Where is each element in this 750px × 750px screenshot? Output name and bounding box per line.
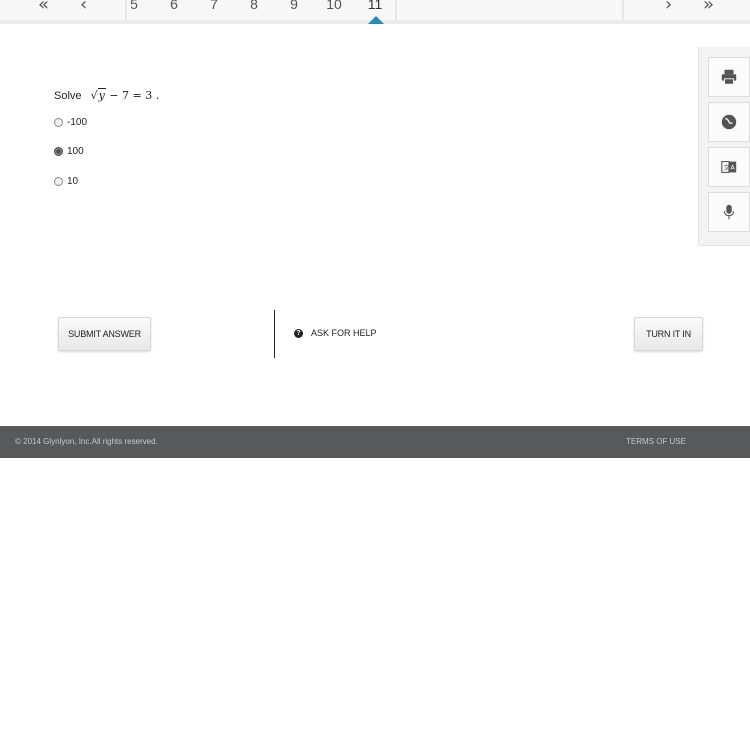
page-10[interactable]: 10 (314, 0, 354, 12)
radio-button-checked[interactable] (54, 147, 63, 156)
pager-right-group: › » (625, 0, 750, 20)
question-prompt-text: Solve (54, 90, 82, 102)
audio-button[interactable] (708, 192, 750, 232)
answer-option-label: 10 (67, 176, 79, 187)
chevron-left-icon[interactable]: ‹ (80, 0, 87, 15)
double-chevron-left-icon[interactable]: « (38, 0, 49, 15)
answer-option[interactable]: 10 (54, 176, 78, 187)
question-pager: « ‹ 5 6 7 8 9 10 11 › » (0, 0, 750, 24)
page-7[interactable]: 7 (194, 0, 234, 12)
radio-button[interactable] (54, 177, 63, 186)
svg-text:A: A (730, 165, 735, 172)
page-6[interactable]: 6 (154, 0, 194, 12)
active-page-indicator (368, 16, 384, 24)
page-9[interactable]: 9 (274, 0, 314, 12)
tools-panel: 文A (698, 47, 750, 246)
turn-it-in-button[interactable]: TURN IT IN (634, 317, 703, 351)
footer: © 2014 Glynlyon, Inc.All rights reserved… (0, 426, 750, 458)
double-chevron-right-icon[interactable]: » (703, 0, 714, 15)
language-button[interactable] (708, 102, 750, 142)
answer-option-label: 100 (67, 146, 84, 157)
print-button[interactable] (708, 57, 750, 97)
answer-option-label: -100 (67, 117, 88, 128)
pager-spacer (397, 0, 624, 20)
equation: √y − 7 = 3 . (90, 88, 160, 102)
help-icon: ? (294, 328, 303, 338)
page-numbers: 5 6 7 8 9 10 11 (128, 0, 397, 20)
page-8[interactable]: 8 (234, 0, 274, 12)
page-5[interactable]: 5 (114, 0, 154, 12)
equation-rest: − 7 = 3 . (105, 89, 160, 102)
equation-radicand: y (97, 88, 106, 102)
printer-icon (721, 69, 737, 85)
globe-icon (721, 114, 737, 130)
translate-icon: 文A (721, 161, 737, 173)
answer-option[interactable]: -100 (54, 117, 87, 128)
page-11-active[interactable]: 11 (355, 0, 395, 12)
microphone-icon (723, 204, 735, 220)
pager-left-group: « ‹ (0, 0, 127, 20)
radio-button[interactable] (54, 118, 63, 127)
ask-for-help-label: ASK FOR HELP (311, 328, 377, 338)
terms-of-use-link[interactable]: TERMS OF USE (626, 437, 686, 446)
question-prompt: Solve √y − 7 = 3 . (54, 88, 159, 102)
action-divider (274, 310, 275, 358)
answer-option-selected[interactable]: 100 (54, 146, 84, 157)
translate-button[interactable]: 文A (708, 147, 750, 187)
copyright-text: © 2014 Glynlyon, Inc.All rights reserved… (15, 437, 158, 446)
chevron-right-icon[interactable]: › (665, 0, 672, 15)
ask-for-help-button[interactable]: ? ASK FOR HELP (294, 328, 377, 338)
submit-answer-button[interactable]: SUBMIT ANSWER (58, 317, 151, 351)
